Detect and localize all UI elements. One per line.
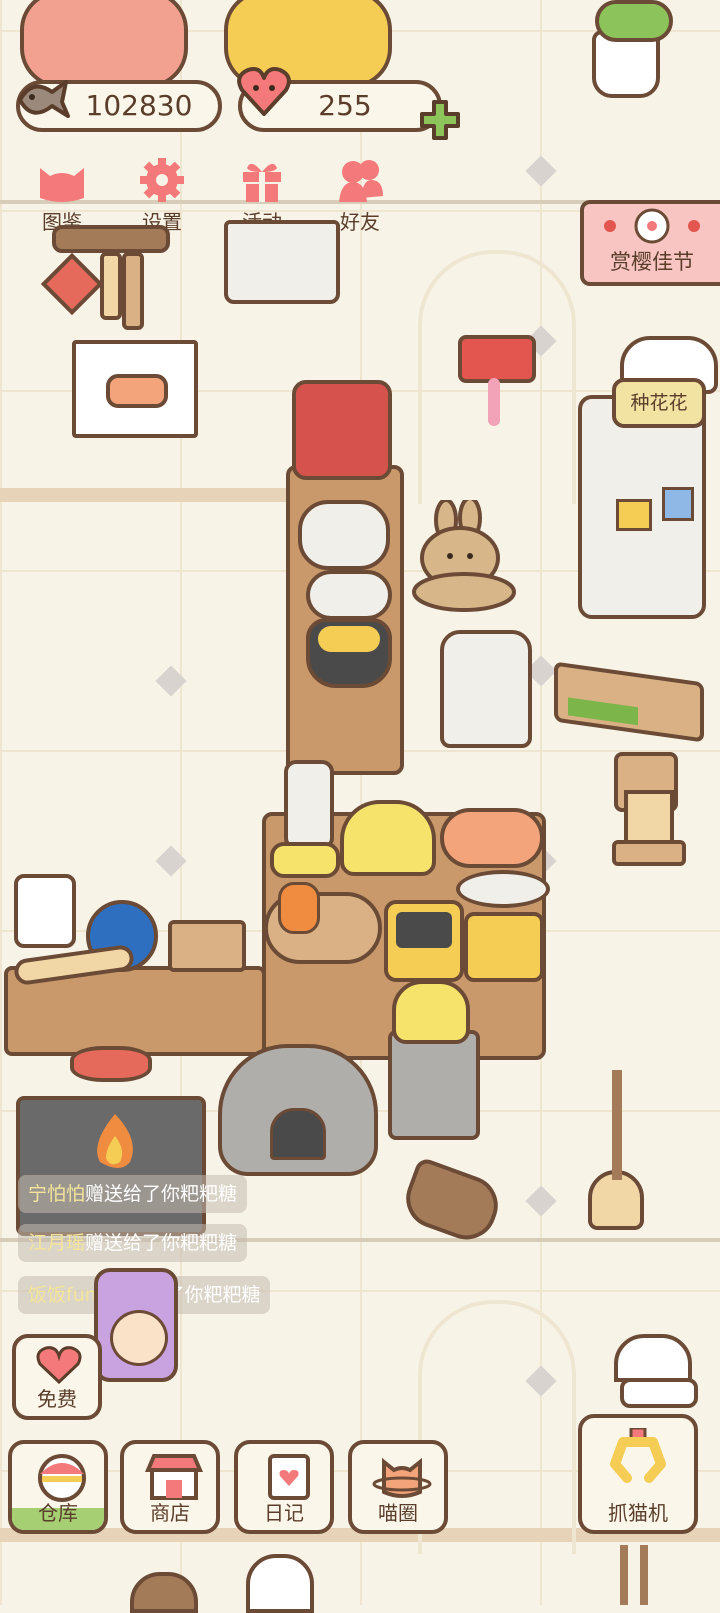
add-hearts-button[interactable] [418, 98, 462, 146]
pot-lid [318, 626, 380, 652]
rice-cooker[interactable] [298, 500, 390, 570]
npc-name-tag[interactable]: 种花花 [612, 378, 706, 428]
chat-message: 宁怕怕赠送给了你粑粑糖 [18, 1175, 248, 1213]
bread-basket[interactable] [440, 808, 544, 868]
heart-count: 255 [318, 89, 372, 122]
oven-fire [270, 1108, 326, 1160]
fire-icon [97, 1114, 133, 1168]
white-cat-pet[interactable] [246, 1554, 314, 1613]
chat-text: 赠送给了你粑粑糖 [85, 1232, 238, 1254]
rice-appliance[interactable] [384, 900, 464, 982]
storage-button[interactable]: 仓库 [8, 1440, 108, 1534]
sakura-flower-icon [604, 208, 700, 244]
shop-label: 商店 [150, 1501, 190, 1525]
storage-icon [38, 1454, 86, 1502]
diary-icon [268, 1454, 310, 1500]
lamp-base [620, 1378, 698, 1408]
grilled-fish [70, 1046, 152, 1082]
chat-message: 江月瑶赠送给了你粑粑糖 [18, 1224, 248, 1262]
diary-label: 日记 [264, 1501, 304, 1525]
campfire-grill[interactable] [16, 1096, 206, 1236]
sushi-icon [106, 374, 168, 408]
paper-towel[interactable] [14, 874, 76, 948]
circle-button[interactable]: 喵圈 [348, 1440, 448, 1534]
chat-sender: 宁怕怕 [28, 1183, 86, 1205]
appliance-screen [396, 912, 452, 948]
sakura-festival-banner[interactable]: 赏樱佳节 [580, 200, 720, 286]
fridge-note [616, 499, 652, 531]
hanging-spoon [122, 252, 144, 330]
serving-plate[interactable] [456, 870, 550, 908]
shelf-ledge [0, 488, 290, 502]
shop-button[interactable]: 商店 [120, 1440, 220, 1534]
yellow-kettle[interactable] [392, 980, 470, 1044]
broom-handle [612, 1070, 622, 1180]
utensil-holder[interactable] [168, 920, 246, 972]
hanging-spatula [100, 252, 122, 320]
storage-label: 仓库 [38, 1501, 78, 1525]
refrigerator[interactable] [578, 395, 706, 619]
egg-basket[interactable] [340, 800, 436, 876]
utensil-rack[interactable] [52, 225, 170, 253]
carrot [278, 882, 320, 934]
plant-leaves [595, 0, 673, 42]
friends-icon [339, 160, 383, 202]
steamer-pot[interactable] [306, 570, 392, 620]
streamer-tassel [488, 378, 500, 426]
chat-text: 赠送给了你粑粑糖 [85, 1183, 238, 1205]
heart-icon [36, 1346, 82, 1384]
claw-icon [610, 1428, 666, 1483]
trash-can[interactable] [440, 630, 532, 748]
crocodile-head [568, 697, 638, 726]
yellow-pot[interactable] [306, 618, 392, 688]
claw-label: 抓猫机 [608, 1501, 668, 1525]
circle-label: 喵圈 [378, 1501, 418, 1525]
avatar-face [110, 1310, 168, 1366]
kettle-stand[interactable] [388, 1030, 480, 1140]
diary-button[interactable]: 日记 [234, 1440, 334, 1534]
blender-base [270, 842, 340, 878]
carp-streamer[interactable] [458, 335, 536, 383]
cat-face-icon [40, 168, 84, 202]
heart-icon [234, 62, 294, 122]
fridge-note [662, 487, 694, 521]
cat-planet-icon [372, 1457, 432, 1498]
post-base [612, 840, 686, 866]
egg-cooker[interactable] [464, 912, 544, 982]
friend-avatar[interactable] [94, 1268, 178, 1382]
chat-sender: 江月瑶 [28, 1232, 86, 1254]
free-hearts-button[interactable]: 免费 [12, 1334, 102, 1420]
gear-icon [140, 158, 184, 202]
hanging-lamp [614, 1334, 692, 1382]
fish-icon [12, 70, 72, 130]
ice-machine[interactable] [292, 380, 392, 480]
sushi-poster[interactable] [72, 340, 198, 438]
bunny-pet[interactable] [404, 496, 522, 618]
free-label: 免费 [37, 1387, 77, 1411]
chopstick [620, 1545, 628, 1605]
blender[interactable] [284, 760, 334, 850]
clay-oven[interactable] [218, 1044, 378, 1176]
claw-machine-button[interactable]: 抓猫机 [578, 1414, 698, 1534]
vegetable-basket[interactable] [264, 882, 382, 964]
range-hood[interactable] [224, 220, 340, 304]
chopstick [640, 1545, 648, 1605]
event-banner-label: 赏樱佳节 [610, 250, 694, 274]
gift-icon [243, 163, 281, 202]
shop-icon [144, 1454, 204, 1500]
